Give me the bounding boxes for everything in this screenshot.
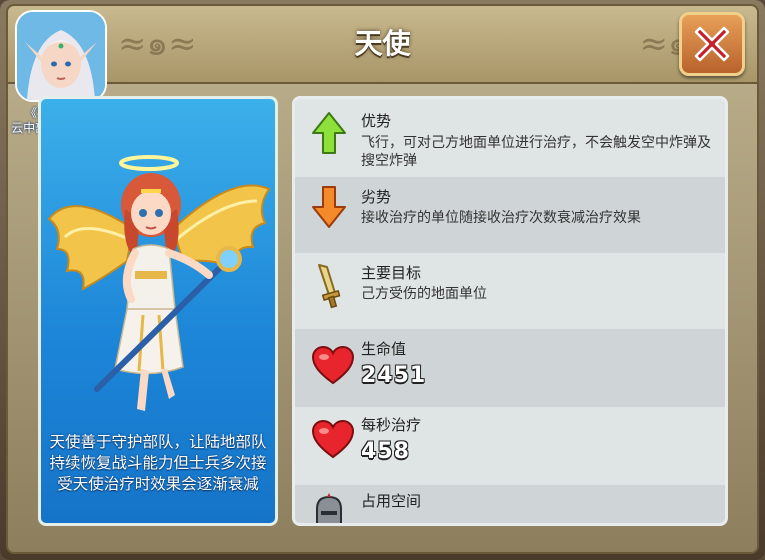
up-arrow-icon <box>312 112 346 154</box>
disadvantage-title: 劣势 <box>361 188 392 206</box>
dialog-title: 天使 <box>354 27 411 60</box>
hp-value: 2451 <box>361 363 427 388</box>
heal-value: 458 <box>361 439 410 464</box>
hero-panel: 天使善于守护部队，让陆地部队持续恢复战斗能力但士兵多次接受天使治疗时效果会逐渐衰… <box>38 96 278 526</box>
heart-icon <box>311 345 355 385</box>
stat-row-hp: 生命值 2451 <box>295 329 725 407</box>
stat-row-heal: 每秒治疗 458 <box>295 407 725 485</box>
advantage-text: 飞行，可对己方地面单位进行治疗，不会触发空中炸弹及搜空炸弹 <box>361 135 711 169</box>
app-icon <box>15 10 107 102</box>
stat-row-space: 占用空间 <box>295 485 725 523</box>
heal-title: 每秒治疗 <box>361 416 422 434</box>
target-title: 主要目标 <box>361 264 422 282</box>
close-icon <box>694 26 730 62</box>
target-text: 己方受伤的地面单位 <box>361 286 487 302</box>
stat-row-advantage: 优势 飞行，可对己方地面单位进行治疗，不会触发空中炸弹及搜空炸弹 <box>295 99 725 177</box>
advantage-title: 优势 <box>361 112 392 130</box>
hp-title: 生命值 <box>361 340 407 358</box>
elf-portrait-icon <box>17 12 105 100</box>
angel-hero-image <box>47 155 271 411</box>
heart-icon <box>311 419 355 459</box>
stat-row-disadvantage: 劣势 接收治疗的单位随接收治疗次数衰减治疗效果 <box>295 177 725 253</box>
stat-row-target: 主要目标 己方受伤的地面单位 <box>295 253 725 329</box>
stats-panel: 优势 飞行，可对己方地面单位进行治疗，不会触发空中炸弹及搜空炸弹 劣势 接收治疗… <box>292 96 728 526</box>
sword-icon <box>318 264 341 309</box>
space-title: 占用空间 <box>361 492 422 510</box>
down-arrow-icon <box>312 186 346 228</box>
disadvantage-text: 接收治疗的单位随接收治疗次数衰减治疗效果 <box>361 210 641 226</box>
helmet-icon <box>316 493 342 523</box>
close-button[interactable] <box>679 12 745 76</box>
hero-description: 天使善于守护部队，让陆地部队持续恢复战斗能力但士兵多次接受天使治疗时效果会逐渐衰… <box>49 433 267 493</box>
